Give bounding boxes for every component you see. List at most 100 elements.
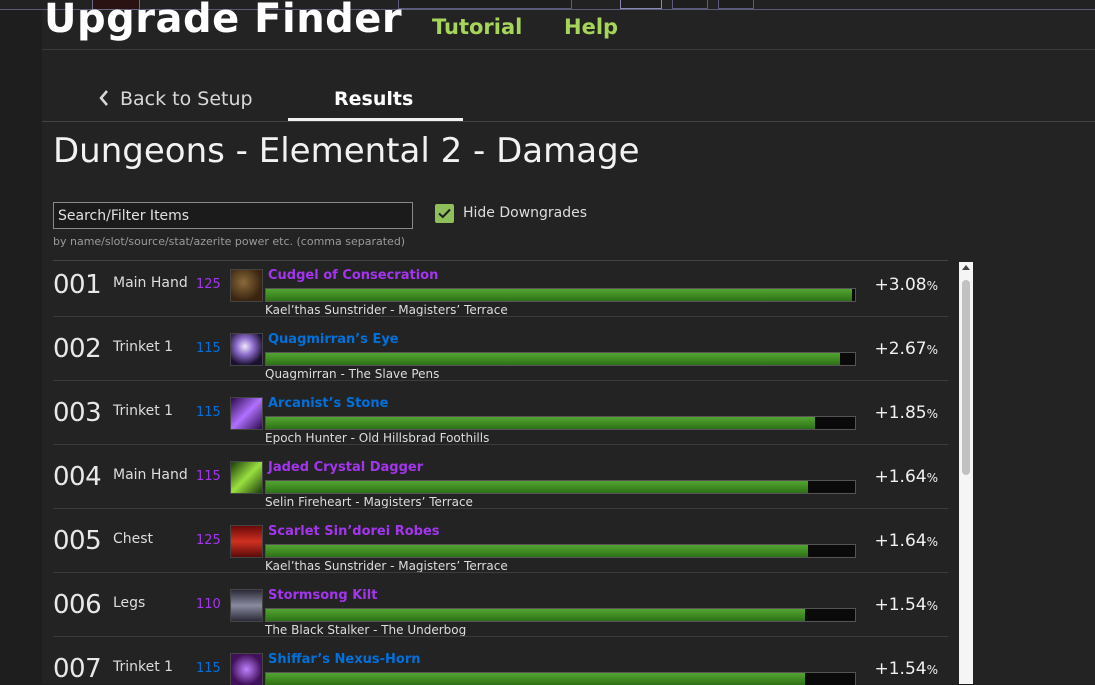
upgrade-bar-fill xyxy=(266,545,808,557)
upgrade-percent: +2.67% xyxy=(874,339,938,359)
rank-number: 006 xyxy=(53,590,102,620)
upgrade-bar xyxy=(265,352,856,366)
upgrade-percent: +1.54% xyxy=(874,595,938,615)
item-name-link[interactable]: Quagmirran’s Eye xyxy=(268,332,399,347)
item-source: Kael’thas Sunstrider - Magisters’ Terrac… xyxy=(265,303,508,317)
percent-symbol: % xyxy=(926,407,938,421)
result-row[interactable]: 002 Trinket 1 115 Quagmirran’s Eye Quagmirra… xyxy=(53,325,948,389)
upgrade-percent: +1.54% xyxy=(874,659,938,679)
upgrade-percent-value: +2.67 xyxy=(874,339,927,359)
results-tab[interactable]: Results xyxy=(334,88,413,110)
kilt-icon[interactable] xyxy=(230,589,263,622)
percent-symbol: % xyxy=(926,599,938,613)
slot-label: Trinket 1 xyxy=(113,403,174,419)
mace-icon[interactable] xyxy=(230,269,263,302)
page-title: Dungeons - Elemental 2 - Damage xyxy=(53,131,640,171)
upgrade-percent-value: +1.64 xyxy=(874,467,927,487)
result-row[interactable]: 007 Trinket 1 115 Shiffar’s Nexus-Horn +1.54… xyxy=(53,645,948,685)
row-divider xyxy=(53,508,948,509)
item-name-link[interactable]: Jaded Crystal Dagger xyxy=(268,460,423,475)
item-name-link[interactable]: Cudgel of Consecration xyxy=(268,268,438,283)
slot-label: Trinket 1 xyxy=(113,339,174,355)
result-row[interactable]: 005 Chest 125 Scarlet Sin’dorei Robes Kael’t… xyxy=(53,517,948,581)
rank-number: 007 xyxy=(53,654,102,684)
horn-icon[interactable] xyxy=(230,653,263,685)
upgrade-bar-fill xyxy=(266,481,808,493)
upgrade-bar-fill xyxy=(266,673,805,685)
top-button-2[interactable] xyxy=(672,0,708,9)
percent-symbol: % xyxy=(926,535,938,549)
rank-number: 004 xyxy=(53,462,102,492)
upgrade-percent-value: +1.54 xyxy=(874,595,927,615)
tutorial-link[interactable]: Tutorial xyxy=(432,15,522,39)
hide-downgrades-label[interactable]: Hide Downgrades xyxy=(463,205,587,221)
upgrade-bar-fill xyxy=(266,609,805,621)
row-divider xyxy=(53,380,948,381)
upgrade-percent-value: +1.64 xyxy=(874,531,927,551)
upgrade-bar xyxy=(265,544,856,558)
item-name-link[interactable]: Stormsong Kilt xyxy=(268,588,377,603)
upgrade-bar xyxy=(265,608,856,622)
scrollbar-thumb[interactable] xyxy=(962,280,970,475)
orb-icon[interactable] xyxy=(230,333,263,366)
upgrade-percent-value: +1.85 xyxy=(874,403,927,423)
upgrade-bar-fill xyxy=(266,417,815,429)
hide-downgrades-checkbox[interactable] xyxy=(435,204,454,223)
item-level: 125 xyxy=(196,277,221,292)
app-title: Upgrade Finder xyxy=(44,0,403,42)
row-divider xyxy=(53,572,948,573)
item-level: 115 xyxy=(196,469,221,484)
robe-icon[interactable] xyxy=(230,525,263,558)
percent-symbol: % xyxy=(926,279,938,293)
search-hint: by name/slot/source/stat/azerite power e… xyxy=(53,235,406,248)
top-button-3[interactable] xyxy=(718,0,754,9)
slot-label: Main Hand xyxy=(113,275,188,291)
item-name-link[interactable]: Scarlet Sin’dorei Robes xyxy=(268,524,440,539)
item-name-link[interactable]: Shiffar’s Nexus-Horn xyxy=(268,652,420,667)
header-divider xyxy=(42,49,1095,50)
result-row[interactable]: 003 Trinket 1 115 Arcanist’s Stone Epoch Hun… xyxy=(53,389,948,453)
slot-label: Chest xyxy=(113,531,154,547)
results-list: 001 Main Hand 125 Cudgel of Consecration Kae… xyxy=(53,260,948,685)
upgrade-percent-value: +1.54 xyxy=(874,659,927,679)
results-scrollbar[interactable] xyxy=(959,262,973,684)
upgrade-bar xyxy=(265,288,856,302)
help-link[interactable]: Help xyxy=(564,15,618,39)
back-to-setup-tab[interactable]: Back to Setup xyxy=(98,88,253,110)
item-name-link[interactable]: Arcanist’s Stone xyxy=(268,396,388,411)
item-level: 115 xyxy=(196,661,221,676)
item-level: 125 xyxy=(196,533,221,548)
item-source: Quagmirran - The Slave Pens xyxy=(265,367,440,381)
upgrade-bar-fill xyxy=(266,353,840,365)
upgrade-bar-fill xyxy=(266,289,853,301)
top-button-1[interactable] xyxy=(620,0,662,9)
item-source: The Black Stalker - The Underbog xyxy=(265,623,467,637)
scroll-up-icon[interactable] xyxy=(962,265,970,270)
result-row[interactable]: 006 Legs 110 Stormsong Kilt The Black Stalke… xyxy=(53,581,948,645)
crystal-icon[interactable] xyxy=(230,397,263,430)
result-row[interactable]: 001 Main Hand 125 Cudgel of Consecration Kae… xyxy=(53,261,948,325)
upgrade-percent: +1.64% xyxy=(874,467,938,487)
upgrade-percent: +1.64% xyxy=(874,531,938,551)
dagger-icon[interactable] xyxy=(230,461,263,494)
rank-number: 001 xyxy=(53,270,102,300)
slot-label: Legs xyxy=(113,595,146,611)
search-filter-input[interactable] xyxy=(53,202,413,229)
item-source: Epoch Hunter - Old Hillsbrad Foothills xyxy=(265,431,490,445)
upgrade-bar xyxy=(265,480,856,494)
upgrade-bar xyxy=(265,672,856,685)
upgrade-percent: +1.85% xyxy=(874,403,938,423)
tabs-divider xyxy=(42,121,1095,122)
back-to-setup-label: Back to Setup xyxy=(120,88,253,110)
row-divider xyxy=(53,316,948,317)
main-panel: Upgrade Finder Tutorial Help Back to Set… xyxy=(42,0,1095,685)
top-search-box[interactable] xyxy=(398,0,572,9)
rank-number: 003 xyxy=(53,398,102,428)
item-source: Kael’thas Sunstrider - Magisters’ Terrac… xyxy=(265,559,508,573)
upgrade-percent: +3.08% xyxy=(874,275,938,295)
rank-number: 002 xyxy=(53,334,102,364)
row-divider xyxy=(53,444,948,445)
item-level: 115 xyxy=(196,405,221,420)
result-row[interactable]: 004 Main Hand 115 Jaded Crystal Dagger Selin… xyxy=(53,453,948,517)
percent-symbol: % xyxy=(926,663,938,677)
